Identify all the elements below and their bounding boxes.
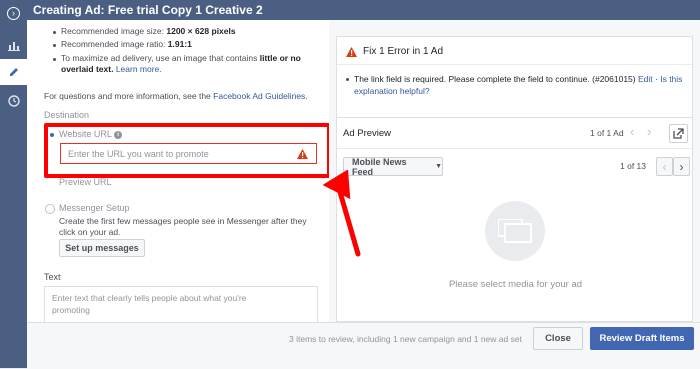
max-delivery-tip: To maximize ad delivery, use an image th… (61, 53, 323, 75)
chart-icon (7, 41, 20, 51)
chevron-right-icon: › (7, 6, 20, 20)
recommended-ratio-label: Recommended image ratio: (61, 39, 168, 49)
chevron-right-icon: › (679, 159, 684, 174)
website-url-placeholder: Enter the URL you want to promote (68, 149, 209, 159)
messenger-desc-line-1: Create the first few messages people see… (59, 216, 307, 226)
info-icon: i (114, 131, 123, 139)
set-up-messages-button[interactable]: Set up messages (59, 239, 145, 257)
error-divider (337, 64, 692, 65)
ad-text-placeholder: Enter text that clearly tells people abo… (52, 292, 246, 316)
top-bar: Creating Ad: Free trial Copy 1 Creative … (0, 0, 700, 20)
edit-nav-button[interactable] (0, 59, 27, 85)
max-delivery-bold: little or no (259, 53, 301, 63)
ad-preview-card: Ad Preview 1 of 1 Ad ‹ › Mobile News Fee… (336, 117, 693, 322)
close-button[interactable]: Close (533, 327, 583, 350)
preview-url-label[interactable]: Preview URL (59, 177, 112, 187)
text-label: Text (44, 272, 61, 282)
caret-down-icon: ▼ (435, 163, 442, 170)
external-link-icon (673, 128, 684, 139)
messenger-setup-radio[interactable] (45, 204, 55, 214)
max-delivery-text: To maximize ad delivery, use an image th… (61, 53, 260, 63)
questions-label: For questions and more information, see … (44, 91, 214, 101)
chart-nav-button[interactable] (0, 32, 27, 58)
recommended-ratio-value: 1.91:1 (167, 39, 192, 49)
questions-text: For questions and more information, see … (44, 91, 308, 102)
learn-more-link[interactable]: Learn more. (116, 64, 162, 74)
ad-guidelines-link[interactable]: Facebook Ad Guidelines. (213, 91, 308, 101)
ad-form-panel: Recommended image size: 1200 × 628 pixel… (27, 20, 329, 322)
chevron-left-icon: ‹ (662, 159, 667, 174)
left-rail: › (0, 0, 27, 368)
error-warning-icon (346, 47, 357, 57)
messenger-desc-line-2: click on your ad. (59, 227, 121, 237)
max-delivery-bold-2: overlaid text. (61, 64, 114, 74)
share-preview-button[interactable] (669, 124, 688, 143)
annotation-arrow (322, 170, 361, 257)
next-ad-icon[interactable]: › (647, 124, 651, 139)
empty-media-message: Please select media for your ad (448, 279, 583, 290)
error-message-text: The link field is required. Please compl… (354, 74, 636, 84)
bullet-dot (53, 44, 56, 47)
next-placement-button[interactable]: › (673, 157, 690, 176)
preview-divider (337, 148, 692, 149)
clock-icon (7, 95, 20, 107)
placement-count: 1 of 13 (620, 161, 646, 171)
recommended-size: Recommended image size: 1200 × 628 pixel… (61, 26, 236, 37)
bullet-dot (53, 31, 56, 34)
preview-panel: Fix 1 Error in 1 Ad The link field is re… (329, 20, 700, 322)
website-url-label-text: Website URL (59, 129, 112, 139)
messenger-description: Create the first few messages people see… (59, 216, 307, 238)
bullet-dot (53, 58, 56, 61)
history-nav-button[interactable] (0, 88, 27, 114)
prev-placement-button[interactable]: ‹ (656, 157, 673, 176)
ad-text-placeholder-line-2: promoting (52, 305, 90, 315)
destination-label: Destination (44, 110, 90, 120)
website-url-label: Website URL i (59, 129, 123, 139)
website-url-input[interactable]: Enter the URL you want to promote (60, 143, 317, 164)
ad-preview-label: Ad Preview (343, 128, 392, 139)
review-summary: 3 items to review, including 1 new campa… (289, 334, 522, 344)
footer-bar: 3 items to review, including 1 new campa… (27, 322, 700, 369)
error-title: Fix 1 Error in 1 Ad (363, 46, 444, 57)
pencil-icon (9, 68, 18, 76)
page-title: Creating Ad: Free trial Copy 1 Creative … (33, 3, 263, 17)
recommended-ratio: Recommended image ratio: 1.91:1 (61, 39, 192, 50)
recommended-size-label: Recommended image size: (61, 26, 167, 36)
warning-icon (297, 149, 308, 159)
collapse-button[interactable]: › (0, 0, 27, 26)
messenger-setup-label: Messenger Setup (59, 203, 130, 213)
prev-ad-icon[interactable]: ‹ (630, 124, 634, 139)
error-edit-link[interactable]: Edit (638, 74, 653, 84)
website-url-radio[interactable] (50, 133, 54, 137)
ad-count: 1 of 1 Ad (590, 128, 624, 138)
error-card: Fix 1 Error in 1 Ad The link field is re… (336, 36, 693, 127)
review-draft-items-button[interactable]: Review Draft Items (590, 327, 694, 350)
ad-text-placeholder-line-1: Enter text that clearly tells people abo… (52, 293, 247, 303)
error-bullet (346, 78, 349, 81)
recommended-size-value: 1200 × 628 pixels (166, 26, 236, 36)
ad-text-input[interactable]: Enter text that clearly tells people abo… (44, 286, 318, 322)
media-placeholder (485, 201, 545, 261)
media-placeholder-icon (498, 219, 532, 243)
error-message: The link field is required. Please compl… (354, 74, 683, 96)
